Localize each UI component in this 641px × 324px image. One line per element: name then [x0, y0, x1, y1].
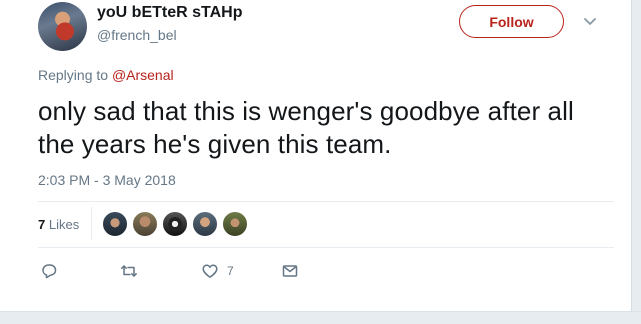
reply-icon — [42, 264, 57, 279]
tweet-card: yoU bETteR sTAHp @french_bel Follow Repl… — [0, 0, 631, 311]
divider — [38, 247, 614, 248]
user-handle[interactable]: @french_bel — [97, 27, 177, 43]
reply-context: Replying to @Arsenal — [38, 67, 174, 83]
likers-avatars — [102, 211, 252, 237]
like-button[interactable]: 7 — [201, 261, 234, 281]
divider — [91, 207, 92, 240]
avatar[interactable] — [38, 2, 87, 51]
likes-stat[interactable]: 7 Likes — [38, 217, 79, 232]
heart-icon — [202, 264, 218, 278]
retweet-button[interactable] — [120, 261, 138, 281]
follow-button[interactable]: Follow — [459, 5, 564, 38]
mention-link[interactable]: @Arsenal — [112, 67, 174, 83]
reply-button[interactable] — [40, 261, 58, 281]
liker-avatar[interactable] — [222, 211, 248, 237]
likes-label: Likes — [48, 217, 80, 232]
page-background — [0, 311, 641, 324]
tweet-text: only sad that this is wenger's goodbye a… — [38, 96, 574, 159]
liker-avatar[interactable] — [192, 211, 218, 237]
envelope-icon — [282, 265, 298, 277]
like-count: 7 — [227, 264, 234, 278]
liker-avatar[interactable] — [132, 211, 158, 237]
likes-count: 7 — [38, 217, 46, 232]
display-name[interactable]: yoU bETteR sTAHp — [97, 4, 242, 22]
liker-avatar[interactable] — [102, 211, 128, 237]
reply-context-prefix: Replying to — [38, 67, 112, 83]
chevron-down-icon[interactable] — [583, 14, 597, 28]
divider — [38, 201, 614, 202]
tweet-timestamp[interactable]: 2:03 PM - 3 May 2018 — [38, 172, 176, 188]
scrollbar-track — [631, 0, 641, 324]
direct-message-button[interactable] — [281, 261, 299, 281]
retweet-icon — [121, 265, 137, 277]
liker-avatar[interactable] — [162, 211, 188, 237]
